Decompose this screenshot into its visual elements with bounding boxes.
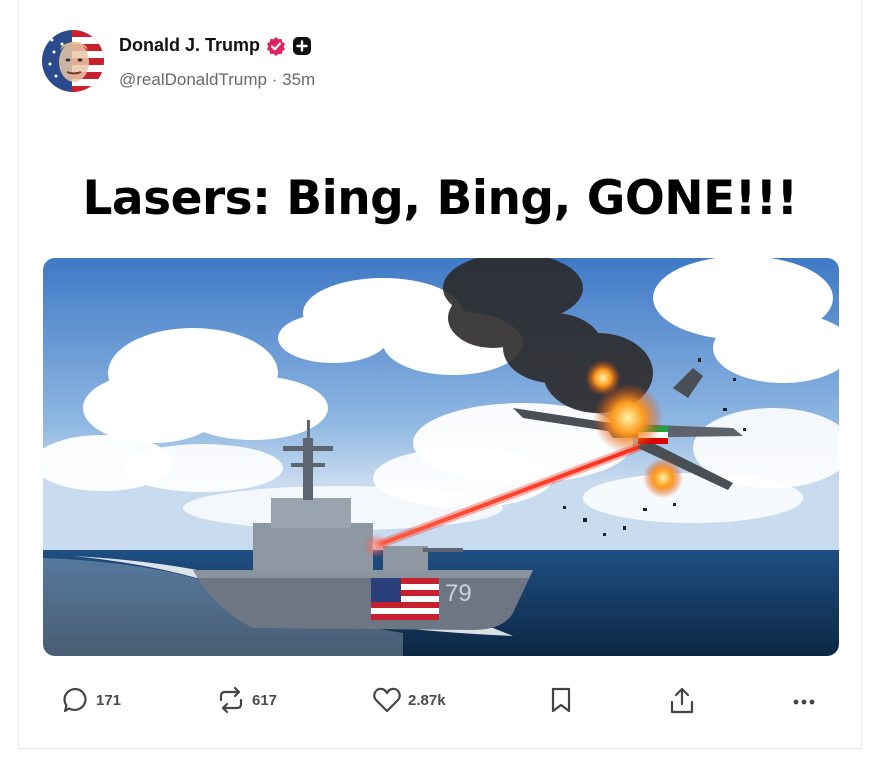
plus-badge-icon [292,36,312,56]
reply-count: 171 [96,691,122,709]
display-name[interactable]: Donald J. Trump [119,35,260,56]
more-icon [790,686,818,714]
post-image[interactable]: 79 [43,258,839,656]
repost-count: 617 [252,691,278,709]
bookmark-icon [549,686,573,714]
action-bar: 171 617 2.87k [0,686,880,722]
handle[interactable]: @realDonaldTrump [119,70,267,89]
avatar[interactable] [42,30,104,92]
like-count: 2.87k [408,691,446,709]
separator-dot: · [271,70,278,89]
heart-icon [372,686,402,714]
bookmark-button[interactable] [549,686,573,714]
more-button[interactable] [790,686,818,714]
handle-row: @realDonaldTrump · 35m [119,70,315,90]
reply-icon [62,686,90,714]
reply-button[interactable]: 171 [62,686,121,714]
post-headline: Lasers: Bing, Bing, GONE!!! [82,171,798,226]
hull-number: 79 [445,580,472,607]
like-button[interactable]: 2.87k [372,686,446,714]
share-button[interactable] [668,686,696,716]
share-icon [668,686,696,716]
author-name-row: Donald J. Trump [119,35,312,56]
repost-icon [216,686,246,714]
timestamp[interactable]: 35m [282,70,315,89]
divider [18,748,862,749]
verified-badge-icon [266,36,286,56]
repost-button[interactable]: 617 [216,686,277,714]
